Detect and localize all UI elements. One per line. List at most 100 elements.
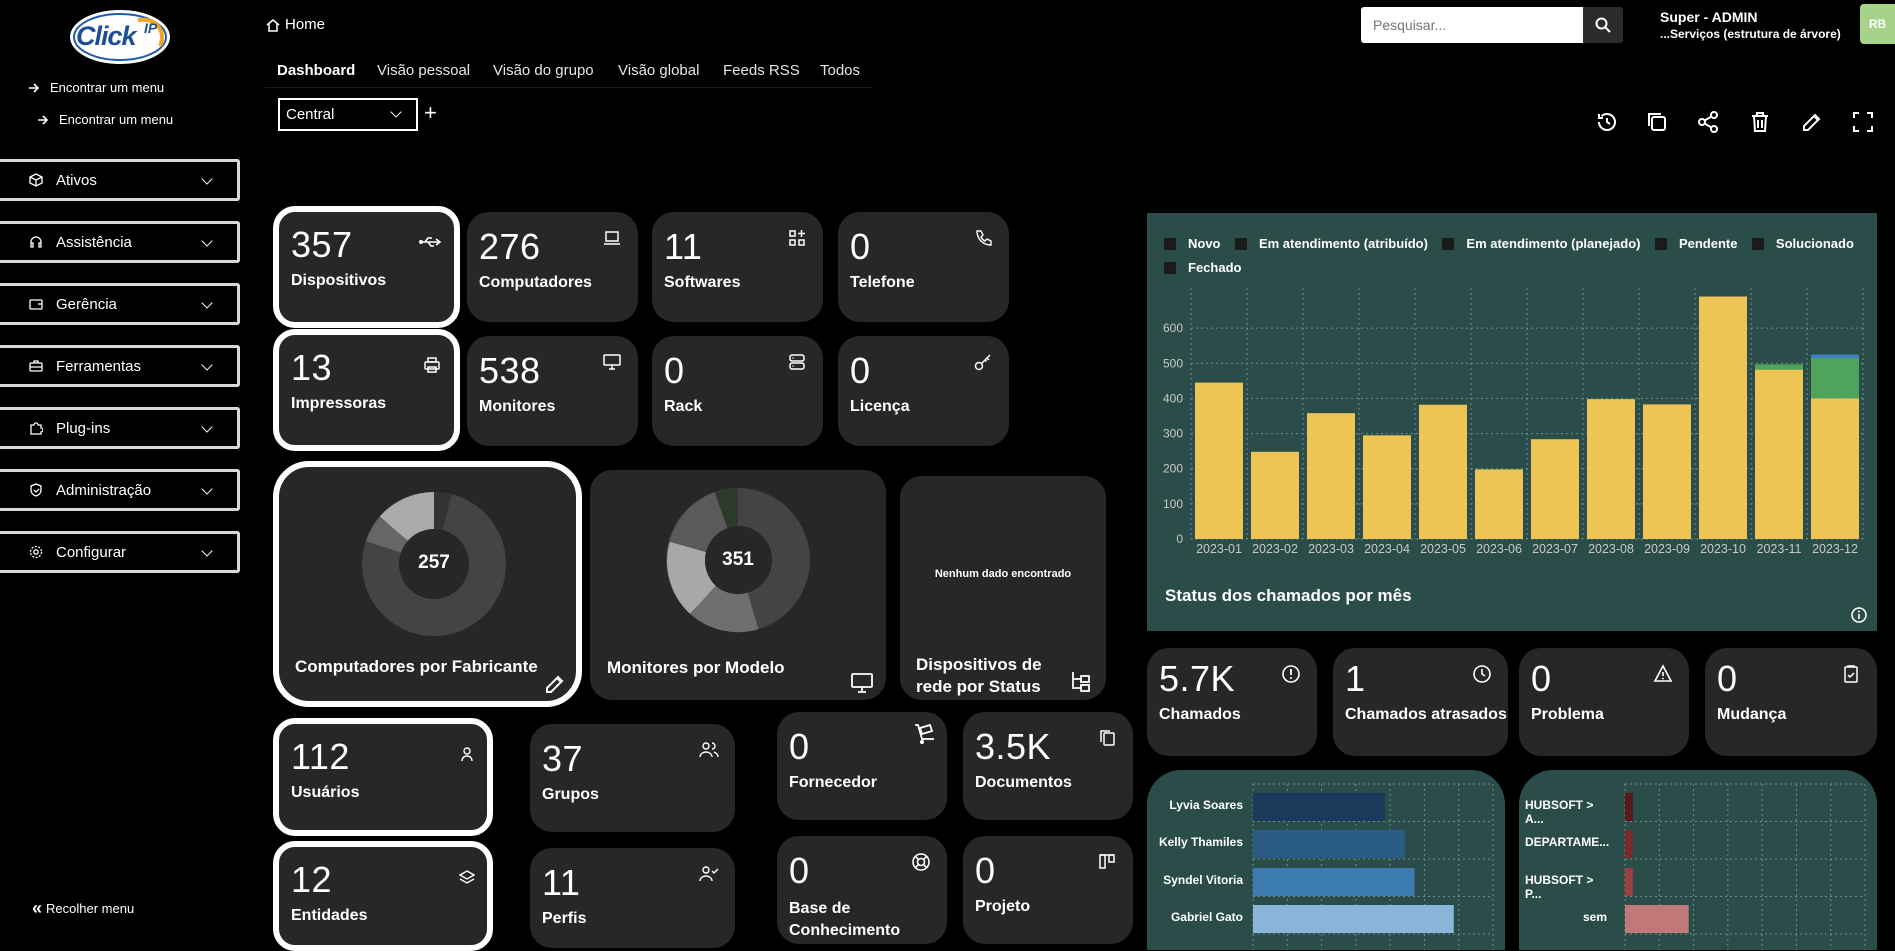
- share-icon[interactable]: [1696, 110, 1720, 134]
- tab-dashboard[interactable]: Dashboard: [277, 62, 355, 79]
- sidebar-item-label: Configurar: [56, 543, 127, 561]
- card-dispositivos[interactable]: 357 Dispositivos: [273, 206, 460, 328]
- history-icon[interactable]: [1595, 110, 1619, 134]
- sidebar-item-plugins[interactable]: Plug-ins: [0, 407, 240, 449]
- card-computadores[interactable]: 276 Computadores: [467, 212, 638, 322]
- tab-visao-pessoal[interactable]: Visão pessoal: [377, 62, 470, 79]
- tab-todos[interactable]: Todos: [820, 62, 860, 79]
- card-value: 0: [789, 850, 810, 891]
- add-dashboard-button[interactable]: +: [424, 102, 437, 124]
- bar: [1253, 868, 1415, 896]
- chart-technicians[interactable]: Lyvia Soares Kelly Thamiles Syndel Vitor…: [1147, 770, 1505, 950]
- card-label: Base de Conhecimento: [789, 900, 901, 939]
- sidebar-item-administracao[interactable]: Administração: [0, 469, 240, 511]
- search-input[interactable]: [1361, 7, 1583, 43]
- tab-visao-global[interactable]: Visão global: [618, 62, 699, 79]
- card-projeto[interactable]: 0 Projeto: [963, 836, 1133, 944]
- card-fornecedor[interactable]: 0 Fornecedor: [777, 712, 947, 820]
- tabs-divider: [265, 87, 873, 88]
- bar: [1625, 793, 1633, 821]
- card-rack[interactable]: 0 Rack: [652, 336, 823, 446]
- sidebar-item-configurar[interactable]: Configurar: [0, 531, 240, 573]
- lifebuoy-icon: [912, 853, 930, 871]
- card-problema[interactable]: 0 Problema: [1519, 648, 1689, 756]
- sidebar-item-ferramentas[interactable]: Ferramentas: [0, 345, 240, 387]
- dashboard-select[interactable]: Central: [278, 98, 418, 131]
- card-grupos[interactable]: 37 Grupos: [530, 724, 735, 832]
- x-tick-label: 2023-03: [1308, 542, 1354, 556]
- bar-label: HUBSOFT > P...: [1525, 873, 1594, 901]
- card-value: 13: [291, 347, 333, 388]
- bar: [1253, 793, 1386, 821]
- sidebar-item-gerencia[interactable]: Gerência: [0, 283, 240, 325]
- files-icon: [1100, 730, 1115, 746]
- bar-segment: [1419, 404, 1467, 539]
- fullscreen-icon[interactable]: [1851, 110, 1875, 134]
- card-value: 11: [542, 862, 581, 903]
- bar-label: Lyvia Soares: [1169, 798, 1243, 812]
- card-label: Licença: [850, 398, 910, 415]
- sidebar-item-ativos[interactable]: Ativos: [0, 159, 240, 201]
- bar-segment: [1811, 358, 1859, 399]
- card-impressoras[interactable]: 13 Impressoras: [273, 329, 460, 451]
- bar: [1625, 868, 1633, 896]
- server-icon: [789, 354, 805, 370]
- card-value: 0: [1531, 658, 1552, 699]
- card-chamados[interactable]: 5.7K Chamados: [1147, 648, 1317, 756]
- card-documentos[interactable]: 3.5K Documentos: [963, 712, 1133, 820]
- copy-icon[interactable]: [1645, 110, 1669, 134]
- tab-visao-grupo[interactable]: Visão do grupo: [493, 62, 594, 79]
- card-label: Perfis: [542, 910, 587, 927]
- card-computadores-por-fabricante[interactable]: 257 Computadores por Fabricante: [273, 461, 582, 707]
- card-chamados-atrasados[interactable]: 1 Chamados atrasados: [1333, 648, 1508, 756]
- card-monitores-por-modelo[interactable]: 351 Monitores por Modelo: [590, 470, 886, 700]
- card-label: Problema: [1531, 706, 1604, 723]
- card-softwares[interactable]: 11 Softwares: [652, 212, 823, 322]
- card-value: 0: [975, 850, 996, 891]
- trash-icon[interactable]: [1748, 110, 1772, 134]
- x-tick-label: 2023-02: [1252, 542, 1298, 556]
- x-tick-label: 2023-09: [1644, 542, 1690, 556]
- find-menu-link-2[interactable]: Encontrar um menu: [37, 112, 173, 127]
- logo[interactable]: Click IP: [68, 8, 172, 66]
- card-label: Impressoras: [291, 395, 387, 412]
- breadcrumb-home: Home: [285, 16, 326, 33]
- find-menu-link-1[interactable]: Encontrar um menu: [28, 80, 164, 95]
- card-label: Documentos: [975, 774, 1072, 791]
- card-usuarios[interactable]: 112 Usuários: [273, 718, 493, 836]
- card-value: 12: [291, 859, 333, 900]
- user-name[interactable]: Super - ADMIN: [1660, 9, 1757, 25]
- card-entidades[interactable]: 12 Entidades: [273, 841, 493, 951]
- card-monitores[interactable]: 538 Monitores: [467, 336, 638, 446]
- bar-segment: [1755, 364, 1803, 370]
- user-check-icon: [699, 866, 719, 882]
- info-icon[interactable]: [1851, 607, 1867, 623]
- card-mudanca[interactable]: 0 Mudança: [1705, 648, 1877, 756]
- bar-label: HUBSOFT > A...: [1525, 798, 1594, 826]
- avatar[interactable]: RB: [1860, 4, 1895, 44]
- card-label: Monitores: [479, 398, 556, 415]
- card-telefone[interactable]: 0 Telefone: [838, 212, 1009, 322]
- chart-groups[interactable]: HUBSOFT > A... DEPARTAME... HUBSOFT > P.…: [1519, 770, 1877, 950]
- card-base-conhecimento[interactable]: 0 Base de Conhecimento: [777, 836, 947, 944]
- double-chevron-left-icon: «: [32, 898, 43, 918]
- chart-status-chamados[interactable]: Novo Em atendimento (atribuído) Em atend…: [1147, 213, 1877, 631]
- user-entity[interactable]: ...Serviços (estrutura de árvore): [1660, 27, 1841, 41]
- card-dispositivos-rede-status[interactable]: Nenhum dado encontrado Dispositivos de r…: [900, 476, 1106, 700]
- edit-icon[interactable]: [543, 672, 567, 696]
- sidebar-item-label: Plug-ins: [56, 419, 111, 437]
- bar-segment: [1699, 296, 1747, 539]
- sidebar-item-assistencia[interactable]: Assistência: [0, 221, 240, 263]
- tab-feeds-rss[interactable]: Feeds RSS: [723, 62, 800, 79]
- search-button[interactable]: [1583, 7, 1623, 43]
- card-perfis[interactable]: 11 Perfis: [530, 848, 735, 948]
- find-menu-label-1: Encontrar um menu: [50, 80, 165, 95]
- breadcrumb[interactable]: Home: [265, 16, 325, 33]
- collapse-menu-button[interactable]: « Recolher menu: [32, 898, 134, 919]
- edit-icon[interactable]: [1800, 110, 1824, 134]
- search-box: [1361, 7, 1583, 43]
- laptop-icon: [604, 231, 620, 245]
- sign-in-icon: [38, 114, 49, 125]
- card-licenca[interactable]: 0 Licença: [838, 336, 1009, 446]
- card-label: Usuários: [291, 784, 360, 801]
